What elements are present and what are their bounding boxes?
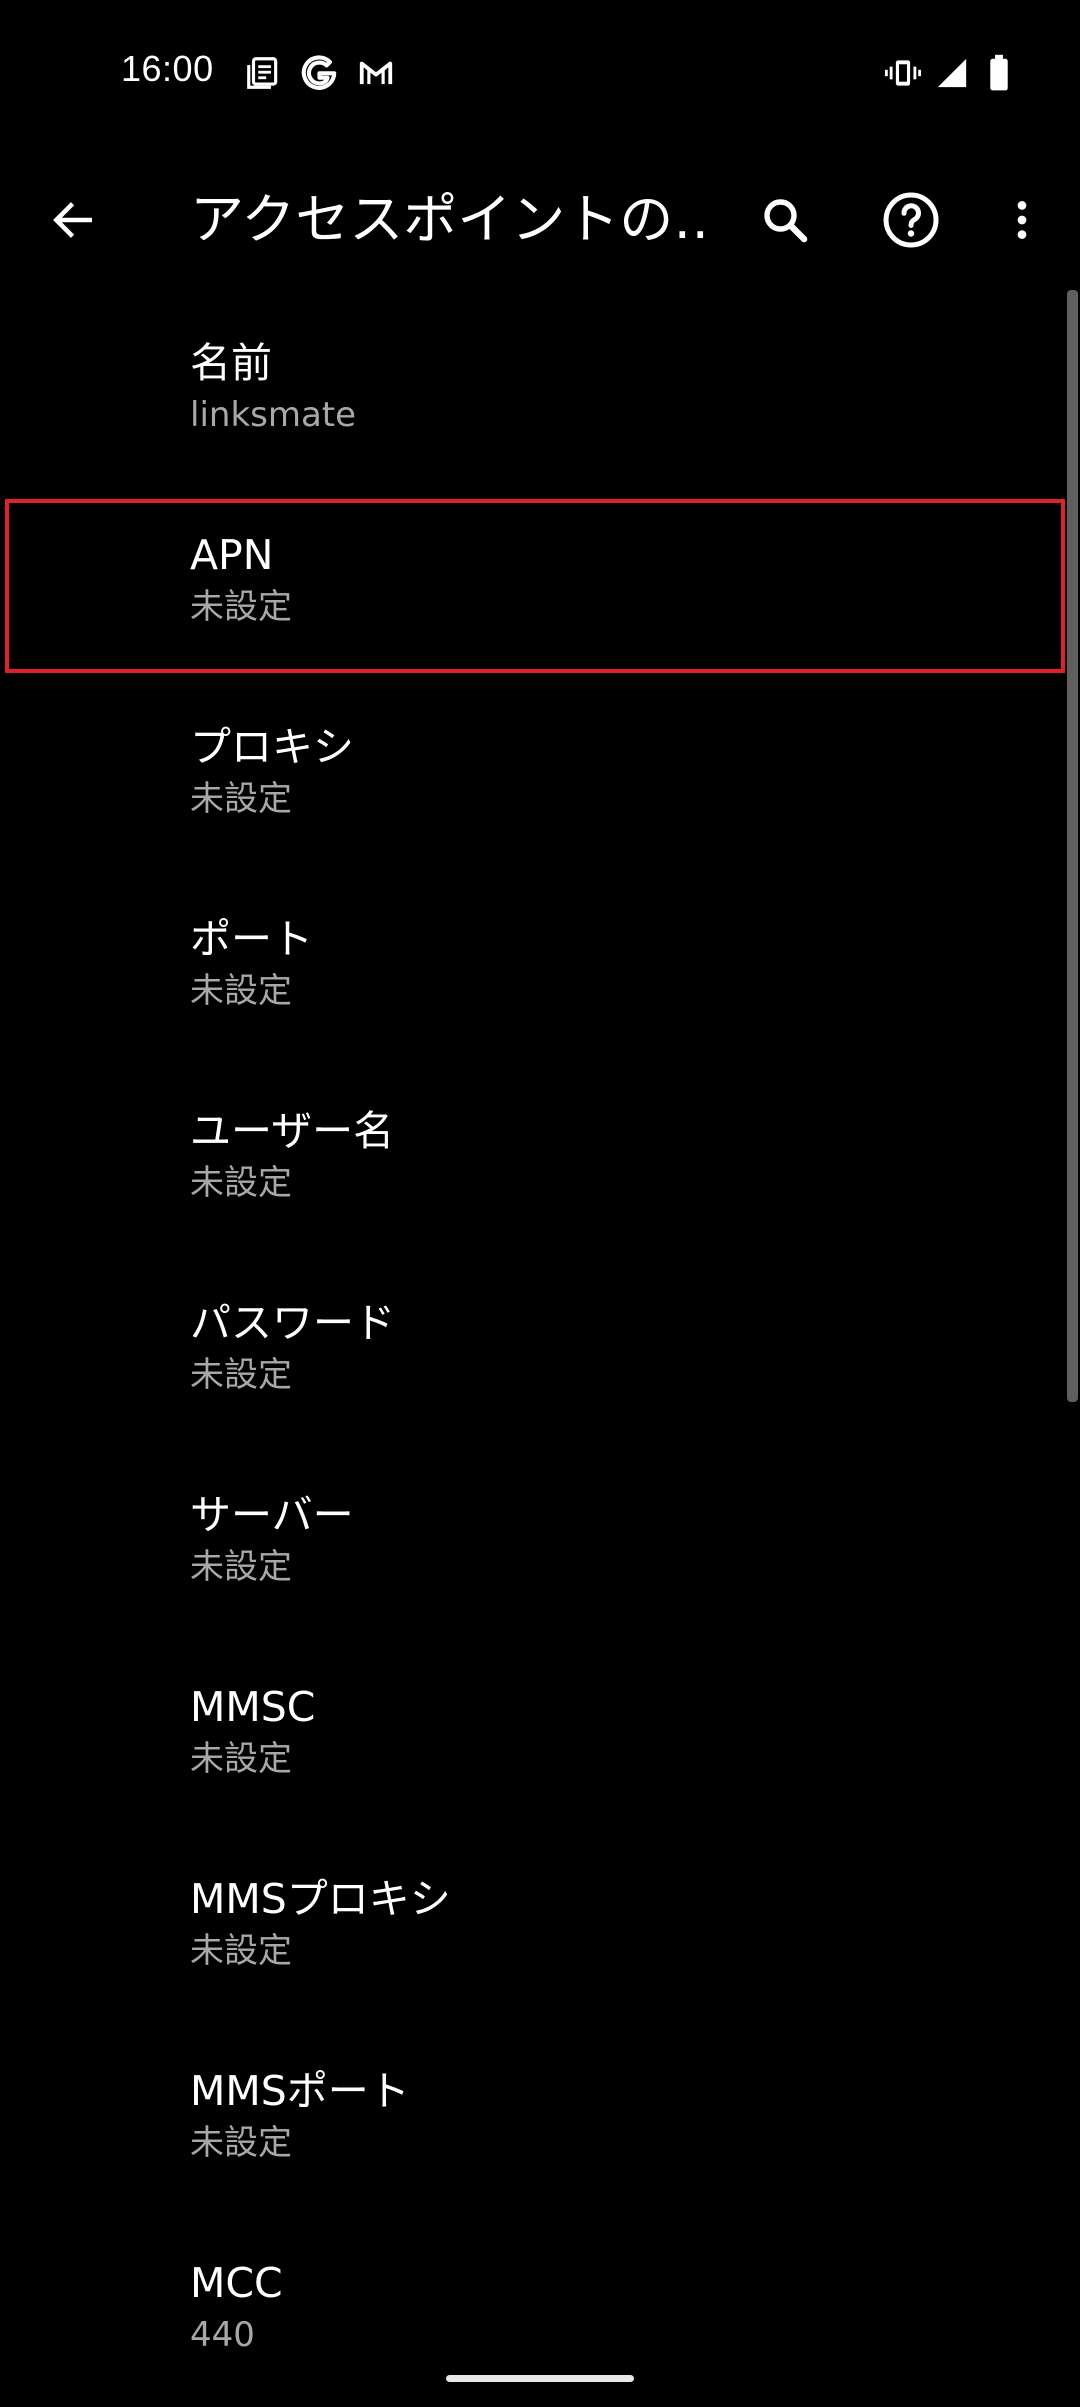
pref-title: MMSC bbox=[190, 1683, 316, 1731]
pref-title: APN bbox=[190, 531, 274, 579]
search-button[interactable] bbox=[745, 180, 825, 260]
more-vert-icon bbox=[1017, 201, 1027, 239]
pref-title: パスワード bbox=[190, 1299, 395, 1347]
pref-summary: 未設定 bbox=[190, 1931, 292, 1971]
pref-mmsc[interactable]: MMSC 未設定 bbox=[0, 1639, 1065, 1831]
pref-title: プロキシ bbox=[190, 723, 354, 771]
pref-summary: 未設定 bbox=[190, 1163, 292, 1203]
signal-icon bbox=[937, 58, 967, 88]
battery-icon bbox=[990, 54, 1008, 91]
help-icon bbox=[883, 192, 939, 248]
pref-title: ポート bbox=[190, 915, 313, 963]
pref-name[interactable]: 名前 linksmate bbox=[0, 295, 1065, 487]
pref-title: MMSプロキシ bbox=[190, 1875, 451, 1923]
pref-summary: 未設定 bbox=[190, 1739, 292, 1779]
google-icon bbox=[301, 55, 337, 90]
pref-summary: 未設定 bbox=[190, 1547, 292, 1587]
pref-mms-proxy[interactable]: MMSプロキシ 未設定 bbox=[0, 1831, 1065, 2023]
back-arrow-icon bbox=[53, 202, 92, 238]
pref-title: 名前 bbox=[190, 339, 272, 387]
pref-summary: linksmate bbox=[190, 395, 357, 435]
page-title: アクセスポイントの… bbox=[190, 188, 710, 251]
status-time: 16:00 bbox=[121, 48, 214, 89]
pref-password[interactable]: パスワード 未設定 bbox=[0, 1255, 1065, 1447]
pref-mms-port[interactable]: MMSポート 未設定 bbox=[0, 2023, 1065, 2215]
apn-settings-list: 名前 linksmate APN 未設定 プロキシ 未設定 ポート 未設定 ユー… bbox=[0, 295, 1080, 2407]
pref-title: MMSポート bbox=[190, 2067, 410, 2115]
news-icon bbox=[247, 57, 278, 89]
gmail-icon bbox=[359, 61, 393, 85]
pref-summary: 440 bbox=[190, 2315, 255, 2355]
status-bar: 16:00 bbox=[0, 0, 1080, 145]
help-button[interactable] bbox=[871, 180, 951, 260]
pref-port[interactable]: ポート 未設定 bbox=[0, 871, 1065, 1063]
pref-summary: 未設定 bbox=[190, 971, 292, 1011]
pref-summary: 未設定 bbox=[190, 2123, 292, 2163]
pref-title: ユーザー名 bbox=[190, 1107, 395, 1155]
gesture-nav-handle[interactable] bbox=[446, 2375, 634, 2382]
pref-server[interactable]: サーバー 未設定 bbox=[0, 1447, 1065, 1639]
pref-title: サーバー bbox=[190, 1491, 354, 1539]
pref-proxy[interactable]: プロキシ 未設定 bbox=[0, 679, 1065, 871]
pref-summary: 未設定 bbox=[190, 779, 292, 819]
pref-username[interactable]: ユーザー名 未設定 bbox=[0, 1063, 1065, 1255]
scrollbar[interactable] bbox=[1067, 290, 1078, 1402]
pref-title: MCC bbox=[190, 2259, 283, 2307]
pref-summary: 未設定 bbox=[190, 587, 292, 627]
pref-summary: 未設定 bbox=[190, 1355, 292, 1395]
back-button[interactable] bbox=[33, 180, 113, 260]
more-options-button[interactable] bbox=[982, 180, 1062, 260]
pref-apn[interactable]: APN 未設定 bbox=[0, 487, 1065, 679]
vibrate-icon bbox=[884, 60, 922, 86]
search-icon bbox=[764, 199, 808, 243]
